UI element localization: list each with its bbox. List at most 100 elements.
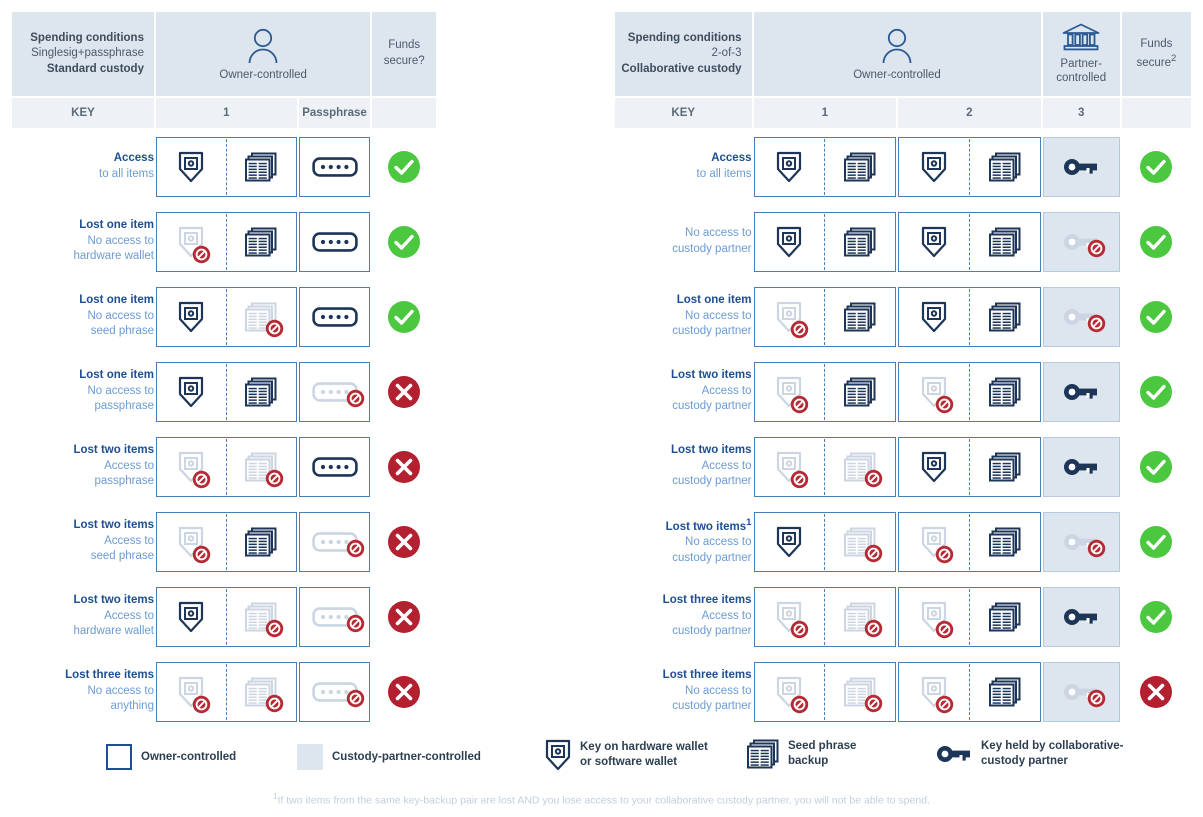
partner-key-cell: [1042, 130, 1120, 203]
backup-slot: [825, 588, 895, 646]
funds-secure-icon: [1140, 450, 1173, 483]
key-slot: [899, 588, 969, 646]
row-label-line3: custody partner: [672, 242, 752, 255]
passphrase-cell: [298, 655, 371, 728]
table-standard-custody: Spending conditions Singlesig+passphrase S…: [10, 10, 438, 730]
passphrase-cell: [298, 280, 371, 353]
partner-key-group: [1042, 436, 1120, 497]
legend-label-line-1: Seed phrase: [788, 740, 857, 753]
key-slot: [755, 363, 825, 421]
partner-key-cell: [1042, 205, 1120, 278]
backup-slot: [970, 588, 1040, 646]
key-group-cell: [753, 430, 897, 503]
row-label: Lost two items Access to custody partner: [615, 430, 752, 503]
no-access-icon: [1087, 539, 1106, 557]
row-label: Access to all items: [12, 130, 154, 203]
owner-key-group: [753, 286, 897, 347]
table-row: Access to all items: [615, 130, 1191, 203]
table-row: Lost one item No access to hardware wallet: [12, 205, 436, 278]
row-label: Lost three items Access to custody partner: [615, 580, 752, 653]
key-group-cell: [155, 205, 297, 278]
funds-insecure-icon: [388, 600, 421, 633]
table-row: Lost two items Access to custody partner: [615, 355, 1191, 428]
partner-key-group: [1042, 586, 1120, 647]
key-group-cell: [753, 655, 897, 728]
seed-phrase-icon: [988, 677, 1021, 707]
table-header-band: Spending conditions 2-of-3 Collaborative c…: [615, 12, 1191, 96]
row-label-line3: custody partner: [672, 625, 752, 638]
passphrase-icon: [311, 606, 364, 632]
row-label-line2: No access to: [87, 309, 154, 322]
partner-slot: [1044, 138, 1119, 196]
hardware-wallet-icon: [921, 301, 947, 333]
partner-key-icon: [1063, 607, 1099, 627]
key-group-cell: [753, 505, 897, 578]
owner-key-group: [155, 586, 297, 647]
partner-key-icon: [936, 744, 972, 764]
row-label-line2: Access to: [104, 534, 154, 547]
legend-label-line-1: Owner-controlled: [141, 750, 237, 763]
owner-key-group: [898, 286, 1041, 347]
key-row-spacer: [1121, 98, 1191, 128]
legend-label: Owner-controlled: [141, 750, 236, 765]
key-slot: [899, 438, 969, 496]
passphrase-icon: [311, 306, 358, 327]
hardware-wallet-icon: [776, 301, 809, 338]
no-access-icon: [193, 245, 211, 263]
funds-secure-icon: [1140, 300, 1173, 333]
key-group-cell: [753, 280, 897, 353]
legend-label: Key on hardware wallet or software wallet: [580, 740, 708, 770]
row-label-line2: Access to: [701, 609, 752, 622]
backup-slot: [970, 438, 1040, 496]
backup-slot: [970, 288, 1040, 346]
result-cell: [372, 430, 436, 503]
passphrase-cell: [298, 580, 371, 653]
owner-controlled-swatch: [106, 744, 132, 770]
row-label-line2: No access to: [685, 536, 752, 549]
seed-phrase-icon: [988, 377, 1021, 407]
owner-key-group: [155, 661, 297, 722]
footnote: 1If two items from the same key-backup p…: [0, 792, 1203, 807]
passphrase-cell: [298, 205, 371, 278]
owner-key-group: [155, 361, 297, 422]
backup-slot: [227, 663, 296, 721]
key-column-header-1: 1: [155, 98, 297, 128]
legend-item: Key held by collaborative-custody partne…: [936, 739, 1124, 769]
conditions-title: Spending conditions: [30, 31, 144, 44]
funds-insecure-icon: [1140, 675, 1173, 708]
seed-phrase-icon: [747, 739, 779, 769]
hardware-wallet-icon: [178, 601, 204, 633]
hardware-wallet-icon: [178, 451, 211, 488]
backup-slot: [227, 288, 296, 346]
key-column-header-3: 3: [1042, 98, 1120, 128]
passphrase-slot: [300, 363, 370, 421]
owner-controlled-label: Owner-controlled: [853, 68, 941, 81]
key-group-cell: [898, 580, 1041, 653]
row-label-line3: custody partner: [672, 325, 752, 338]
row-label: Lost two items Access to seed phrase: [12, 505, 154, 578]
spending-conditions-cell: Spending conditions 2-of-3 Collaborative c…: [615, 12, 752, 96]
key-group-cell: [155, 355, 297, 428]
hardware-wallet-icon: [776, 676, 809, 713]
hardware-wallet-icon: [545, 739, 571, 771]
legend-label: Custody-partner-controlled: [332, 750, 481, 765]
key-group-cell: [898, 355, 1041, 428]
row-label-line3: seed phrase: [90, 550, 154, 563]
funds-insecure-icon: [388, 375, 421, 408]
owner-controlled-label: Owner-controlled: [219, 68, 307, 81]
row-label-line3: custody partner: [672, 551, 752, 564]
row-label-line3: hardware wallet: [73, 625, 154, 638]
funds-secure-icon: [388, 225, 421, 258]
passphrase-cell: [298, 130, 371, 203]
key-group-cell: [898, 505, 1041, 578]
backup-slot: [227, 363, 296, 421]
bank-icon: [1062, 23, 1100, 51]
row-label-line1: Lost two items: [670, 369, 752, 382]
row-label-line1: Lost one item: [676, 294, 752, 307]
no-access-icon: [864, 544, 883, 562]
no-access-icon: [791, 470, 809, 488]
partner-slot: [1044, 213, 1119, 271]
key-slot: [755, 663, 825, 721]
result-cell: [1122, 430, 1191, 503]
funds-insecure-icon: [388, 675, 421, 708]
